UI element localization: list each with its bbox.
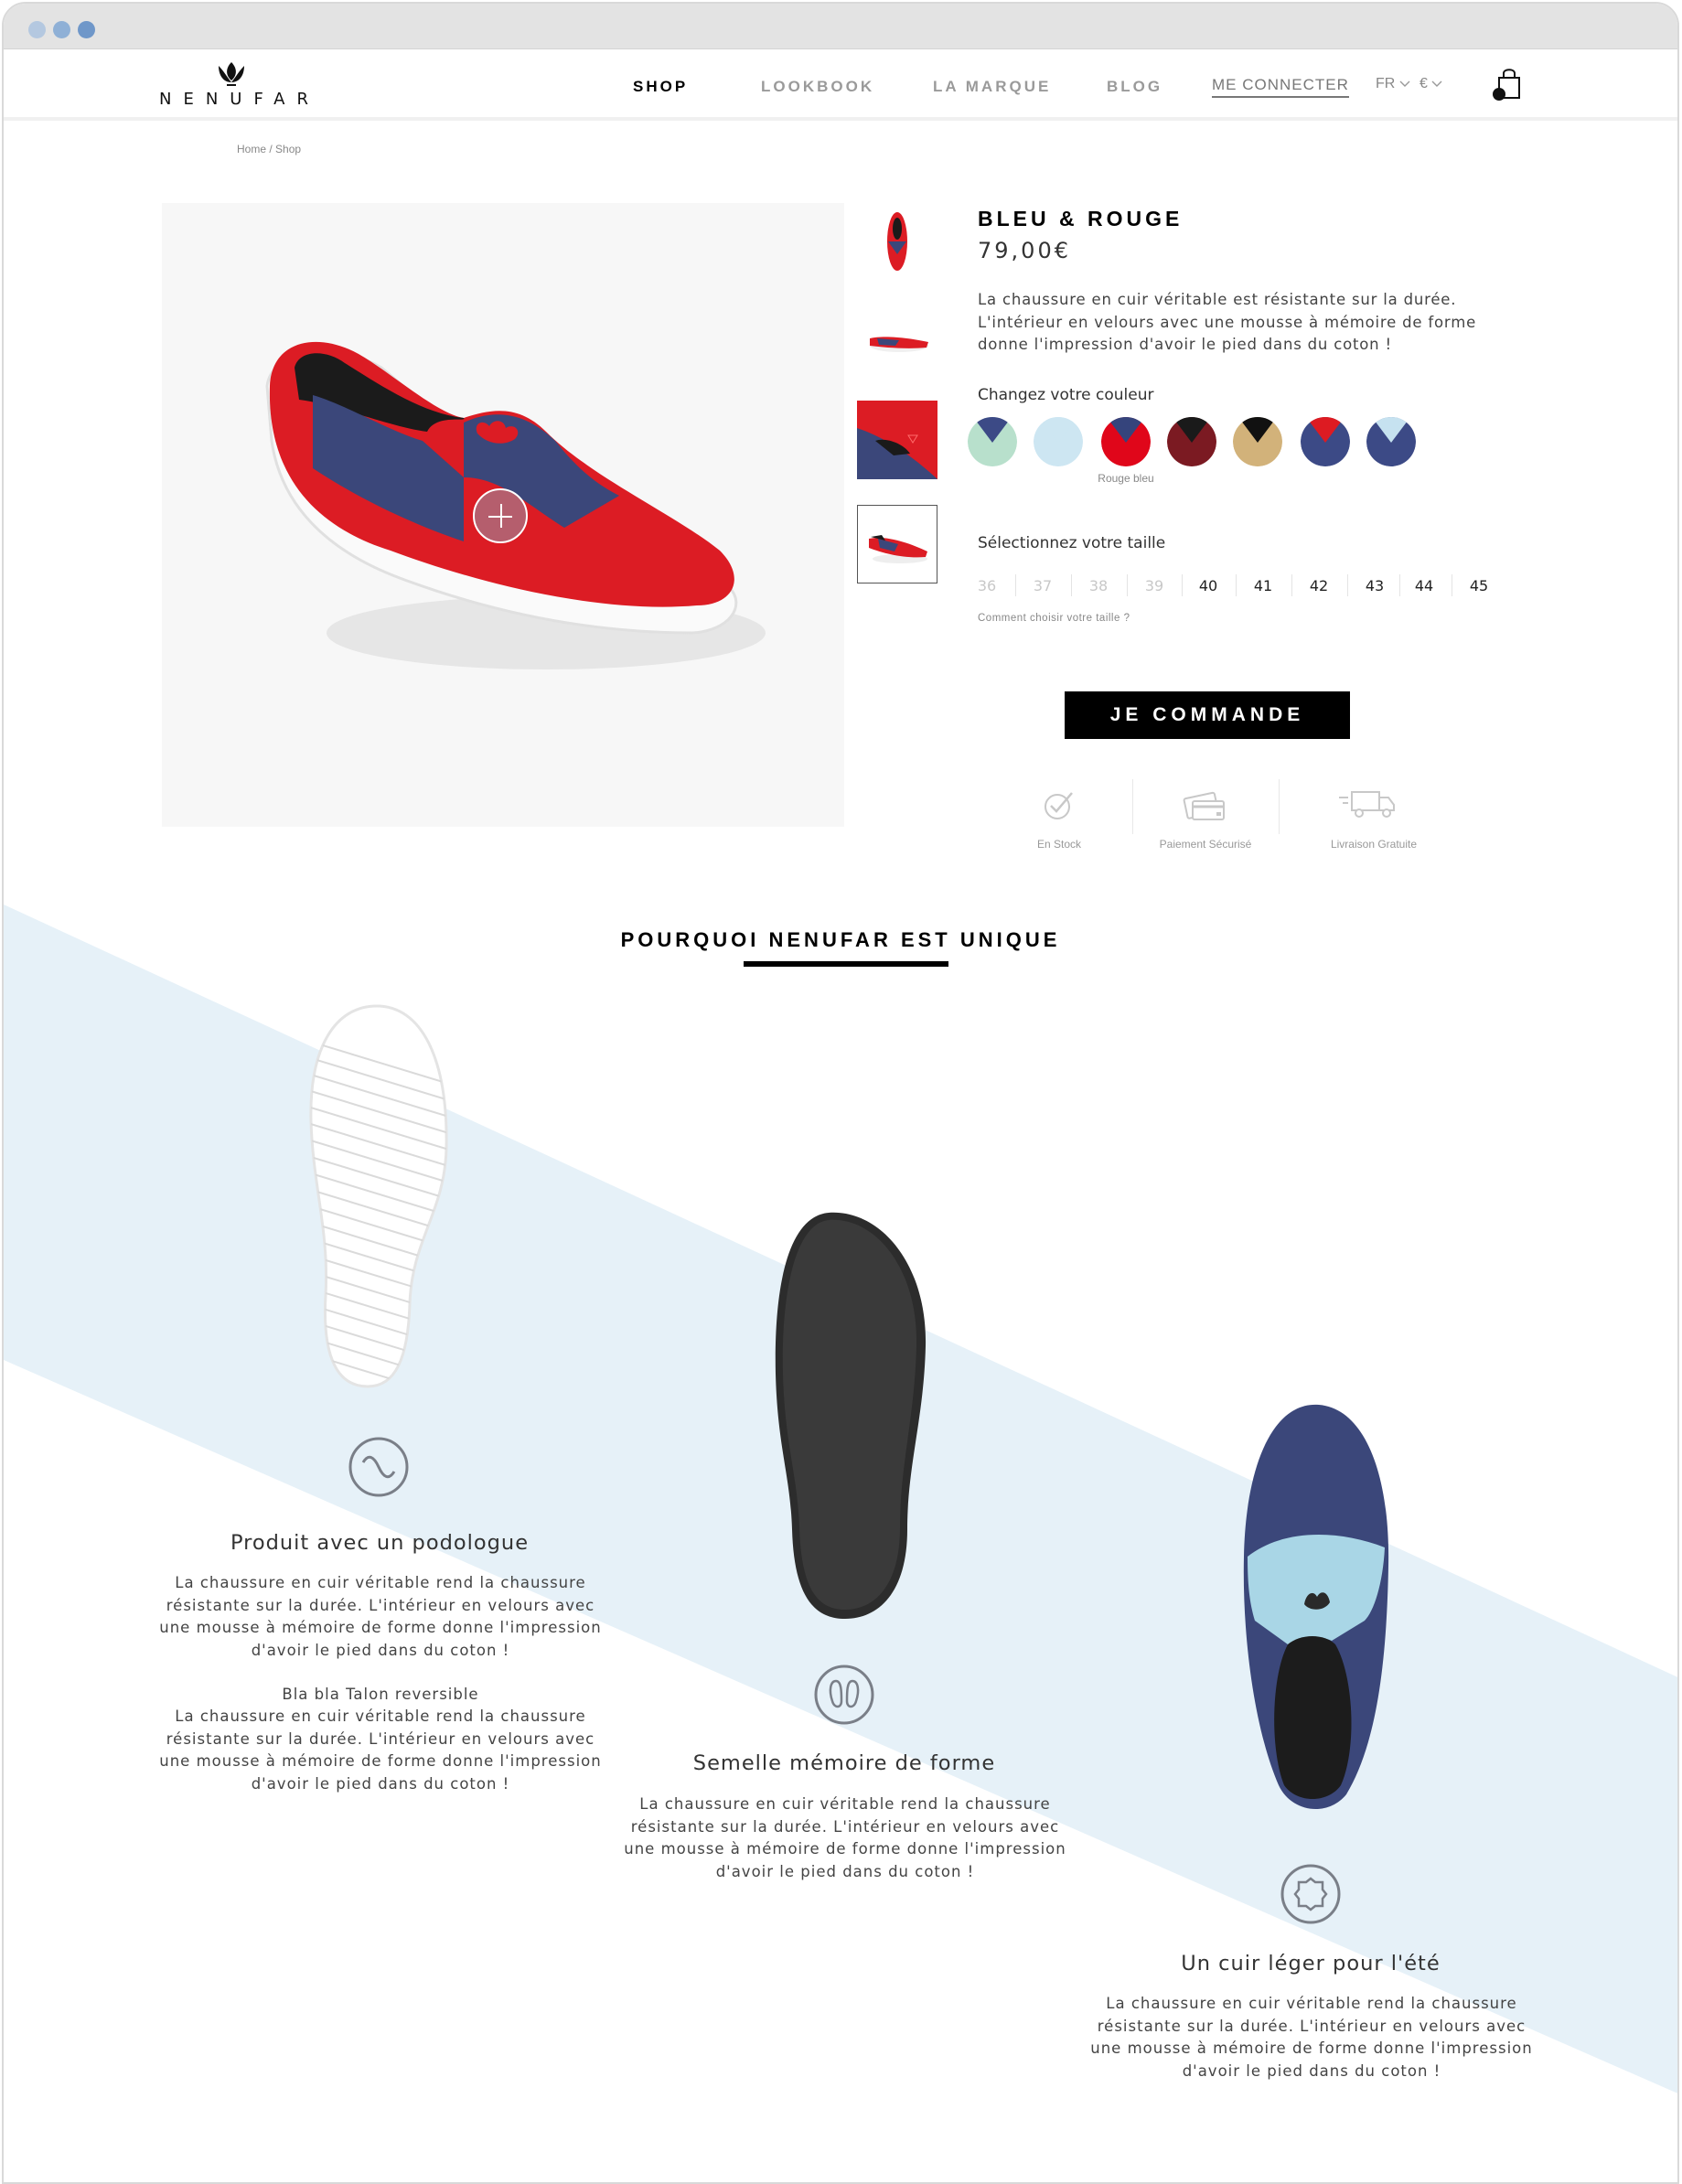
size-divider bbox=[1070, 574, 1072, 596]
size-divider bbox=[1291, 574, 1292, 596]
thumbnail-3[interactable] bbox=[857, 401, 937, 479]
thumbnail-1[interactable] bbox=[857, 203, 937, 282]
size-divider bbox=[1181, 574, 1183, 596]
language-value: FR bbox=[1376, 76, 1396, 91]
perk-secure-payment: Paiement Sécurisé bbox=[1159, 838, 1252, 851]
color-swatch-3[interactable] bbox=[1101, 417, 1151, 466]
footprints-icon bbox=[814, 1665, 874, 1725]
product-title: BLEU & ROUGE bbox=[978, 207, 1184, 230]
perk-divider bbox=[1279, 779, 1280, 834]
size-divider bbox=[1399, 574, 1400, 596]
shopping-bag-icon[interactable] bbox=[1491, 65, 1524, 102]
size-divider bbox=[1346, 574, 1348, 596]
color-swatch-2[interactable] bbox=[1034, 417, 1083, 466]
feature-1-title: Produit avec un podologue bbox=[230, 1531, 530, 1555]
size-divider bbox=[1014, 574, 1016, 596]
feature-3-title: Un cuir léger pour l'été bbox=[1181, 1952, 1441, 1975]
section-underline bbox=[744, 961, 948, 967]
perk-divider bbox=[1132, 779, 1133, 834]
nav-lookbook[interactable]: LOOKBOOK bbox=[761, 78, 874, 96]
size-option-45[interactable]: 45 bbox=[1456, 577, 1502, 594]
size-option-36: 36 bbox=[977, 577, 997, 594]
slipper-side-view-thumbnail bbox=[870, 337, 928, 352]
size-option-44[interactable]: 44 bbox=[1401, 577, 1447, 594]
blue-slipper-image bbox=[1243, 1404, 1389, 1810]
feature-2-text: La chaussure en cuir véritable rend la c… bbox=[624, 1795, 1066, 1880]
size-option-38: 38 bbox=[1088, 577, 1109, 594]
delivery-truck-icon bbox=[1339, 791, 1395, 818]
lotus-logo-icon bbox=[219, 62, 244, 86]
login-link[interactable]: ME CONNECTER bbox=[1212, 76, 1349, 98]
size-divider bbox=[1236, 574, 1237, 596]
brand-logo[interactable]: NENUFAR bbox=[159, 60, 320, 113]
color-swatch-1[interactable] bbox=[968, 417, 1017, 466]
slipper-top-view-thumbnail bbox=[887, 212, 907, 271]
product-price: 79,00€ bbox=[978, 238, 1071, 263]
color-swatch-7[interactable] bbox=[1366, 417, 1416, 466]
feature-1-text: La chaussure en cuir véritable rend la c… bbox=[159, 1574, 602, 1659]
size-option-39: 39 bbox=[1144, 577, 1164, 594]
feature-1-text-2: La chaussure en cuir véritable rend la c… bbox=[159, 1708, 602, 1793]
order-button[interactable]: JE COMMANDE bbox=[1065, 691, 1350, 739]
product-main-image[interactable] bbox=[162, 203, 844, 827]
nav-blog[interactable]: BLOG bbox=[1107, 78, 1162, 96]
size-divider bbox=[1126, 574, 1128, 596]
size-option-40[interactable]: 40 bbox=[1185, 577, 1231, 594]
site-header: NENUFAR SHOP LOOKBOOK LA MARQUE BLOG ME … bbox=[4, 49, 1677, 121]
outsole-image bbox=[309, 1004, 448, 1388]
chevron-down-icon bbox=[1431, 80, 1442, 87]
feature-3-text: La chaussure en cuir véritable rend la c… bbox=[1090, 1995, 1533, 2080]
product-description: La chaussure en cuir véritable est résis… bbox=[978, 291, 1477, 353]
perk-in-stock: En Stock bbox=[1036, 838, 1082, 851]
color-label: Changez votre couleur bbox=[978, 386, 1154, 404]
selected-color-caption: Rouge bleu bbox=[1098, 472, 1154, 485]
insole-image bbox=[775, 1212, 927, 1619]
language-select[interactable]: FR bbox=[1376, 76, 1410, 92]
perk-free-delivery: Livraison Gratuite bbox=[1330, 838, 1418, 851]
credit-card-icon bbox=[1183, 791, 1225, 820]
browser-frame: NENUFAR SHOP LOOKBOOK LA MARQUE BLOG ME … bbox=[2, 2, 1679, 2184]
thumbnail-2[interactable] bbox=[857, 302, 937, 380]
color-swatch-5[interactable] bbox=[1233, 417, 1282, 466]
slipper-detail-thumbnail bbox=[857, 401, 937, 479]
color-swatch-6[interactable] bbox=[1301, 417, 1350, 466]
nav-shop[interactable]: SHOP bbox=[633, 78, 688, 96]
feature-1-subtitle: Bla bla Talon reversible bbox=[282, 1686, 479, 1703]
size-option-37: 37 bbox=[1033, 577, 1053, 594]
size-option-42[interactable]: 42 bbox=[1296, 577, 1342, 594]
slipper-angle-thumbnail bbox=[869, 535, 927, 563]
thumbnail-4-selected[interactable] bbox=[857, 505, 937, 583]
check-circle-icon bbox=[1045, 792, 1073, 819]
brand-name: NENUFAR bbox=[159, 90, 320, 109]
size-option-43[interactable]: 43 bbox=[1352, 577, 1398, 594]
color-swatch-4[interactable] bbox=[1167, 417, 1216, 466]
chevron-down-icon bbox=[1399, 80, 1410, 87]
breadcrumb[interactable]: Home / Shop bbox=[237, 143, 301, 155]
currency-value: € bbox=[1420, 76, 1428, 91]
size-label: Sélectionnez votre taille bbox=[978, 534, 1166, 552]
size-guide-link[interactable]: Comment choisir votre taille ? bbox=[978, 613, 1130, 624]
size-option-41[interactable]: 41 bbox=[1240, 577, 1286, 594]
nav-la-marque[interactable]: LA MARQUE bbox=[933, 78, 1051, 96]
zoom-button[interactable] bbox=[473, 488, 528, 543]
section-title: POURQUOI NENUFAR EST UNIQUE bbox=[620, 928, 1061, 951]
podiatrist-wave-icon bbox=[348, 1437, 409, 1497]
leather-badge-icon bbox=[1280, 1864, 1341, 1924]
currency-select[interactable]: € bbox=[1420, 76, 1442, 92]
feature-2-title: Semelle mémoire de forme bbox=[692, 1751, 996, 1775]
